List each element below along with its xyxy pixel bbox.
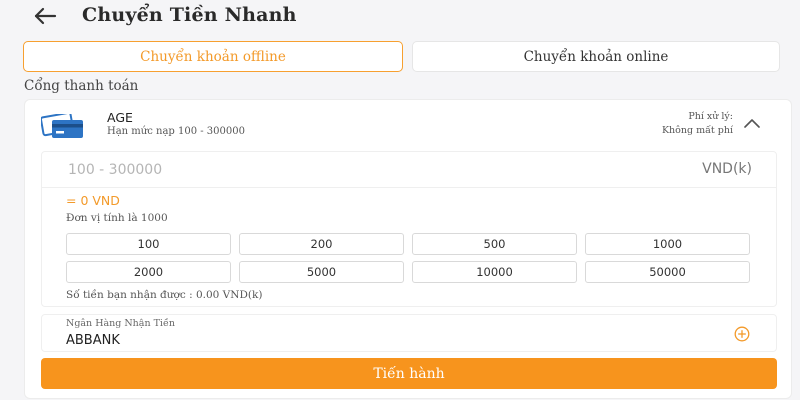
amount-input[interactable] bbox=[42, 152, 776, 188]
bank-value: ABBANK bbox=[66, 333, 120, 348]
tab-offline-transfer[interactable]: Chuyển khoản offline bbox=[23, 41, 403, 72]
back-arrow-icon[interactable] bbox=[32, 4, 58, 28]
header: Chuyển Tiền Nhanh bbox=[0, 0, 800, 34]
quick-amount-grid: 100 200 500 1000 2000 5000 10000 50000 bbox=[66, 233, 752, 283]
receiving-bank-select[interactable]: Ngân Hàng Nhận Tiền ABBANK bbox=[41, 314, 777, 352]
unit-note: Đơn vị tính là 1000 bbox=[66, 212, 168, 224]
currency-unit: VND(k) bbox=[702, 161, 752, 177]
gateway-limit: Hạn mức nạp 100 - 300000 bbox=[107, 126, 245, 137]
quick-amount-button[interactable]: 200 bbox=[239, 233, 404, 255]
payment-gateway-heading: Cổng thanh toán bbox=[24, 78, 139, 94]
payment-gateway-card: AGE Hạn mức nạp 100 - 300000 Phí xử lý: … bbox=[24, 99, 792, 399]
plus-circle-icon[interactable] bbox=[734, 326, 750, 342]
amount-form: VND(k) = 0 VND Đơn vị tính là 1000 100 2… bbox=[41, 151, 777, 307]
receive-amount-note: Số tiền bạn nhận được : 0.00 VND(k) bbox=[66, 289, 263, 301]
quick-amount-button[interactable]: 5000 bbox=[239, 261, 404, 283]
chevron-up-icon[interactable] bbox=[743, 117, 761, 129]
converted-amount: = 0 VND bbox=[66, 193, 120, 208]
quick-amount-button[interactable]: 100 bbox=[66, 233, 231, 255]
quick-amount-button[interactable]: 1000 bbox=[585, 233, 750, 255]
quick-amount-button[interactable]: 10000 bbox=[412, 261, 577, 283]
tab-online-transfer[interactable]: Chuyển khoản online bbox=[412, 41, 780, 72]
quick-amount-button[interactable]: 2000 bbox=[66, 261, 231, 283]
fee-label: Phí xử lý: bbox=[688, 111, 733, 122]
bank-label: Ngân Hàng Nhận Tiền bbox=[66, 318, 175, 329]
proceed-button[interactable]: Tiến hành bbox=[41, 358, 777, 389]
quick-amount-button[interactable]: 500 bbox=[412, 233, 577, 255]
quick-amount-button[interactable]: 50000 bbox=[585, 261, 750, 283]
fee-value: Không mất phí bbox=[661, 125, 733, 136]
credit-card-icon bbox=[41, 114, 83, 138]
gateway-name: AGE bbox=[107, 110, 133, 125]
page-title: Chuyển Tiền Nhanh bbox=[82, 4, 297, 26]
